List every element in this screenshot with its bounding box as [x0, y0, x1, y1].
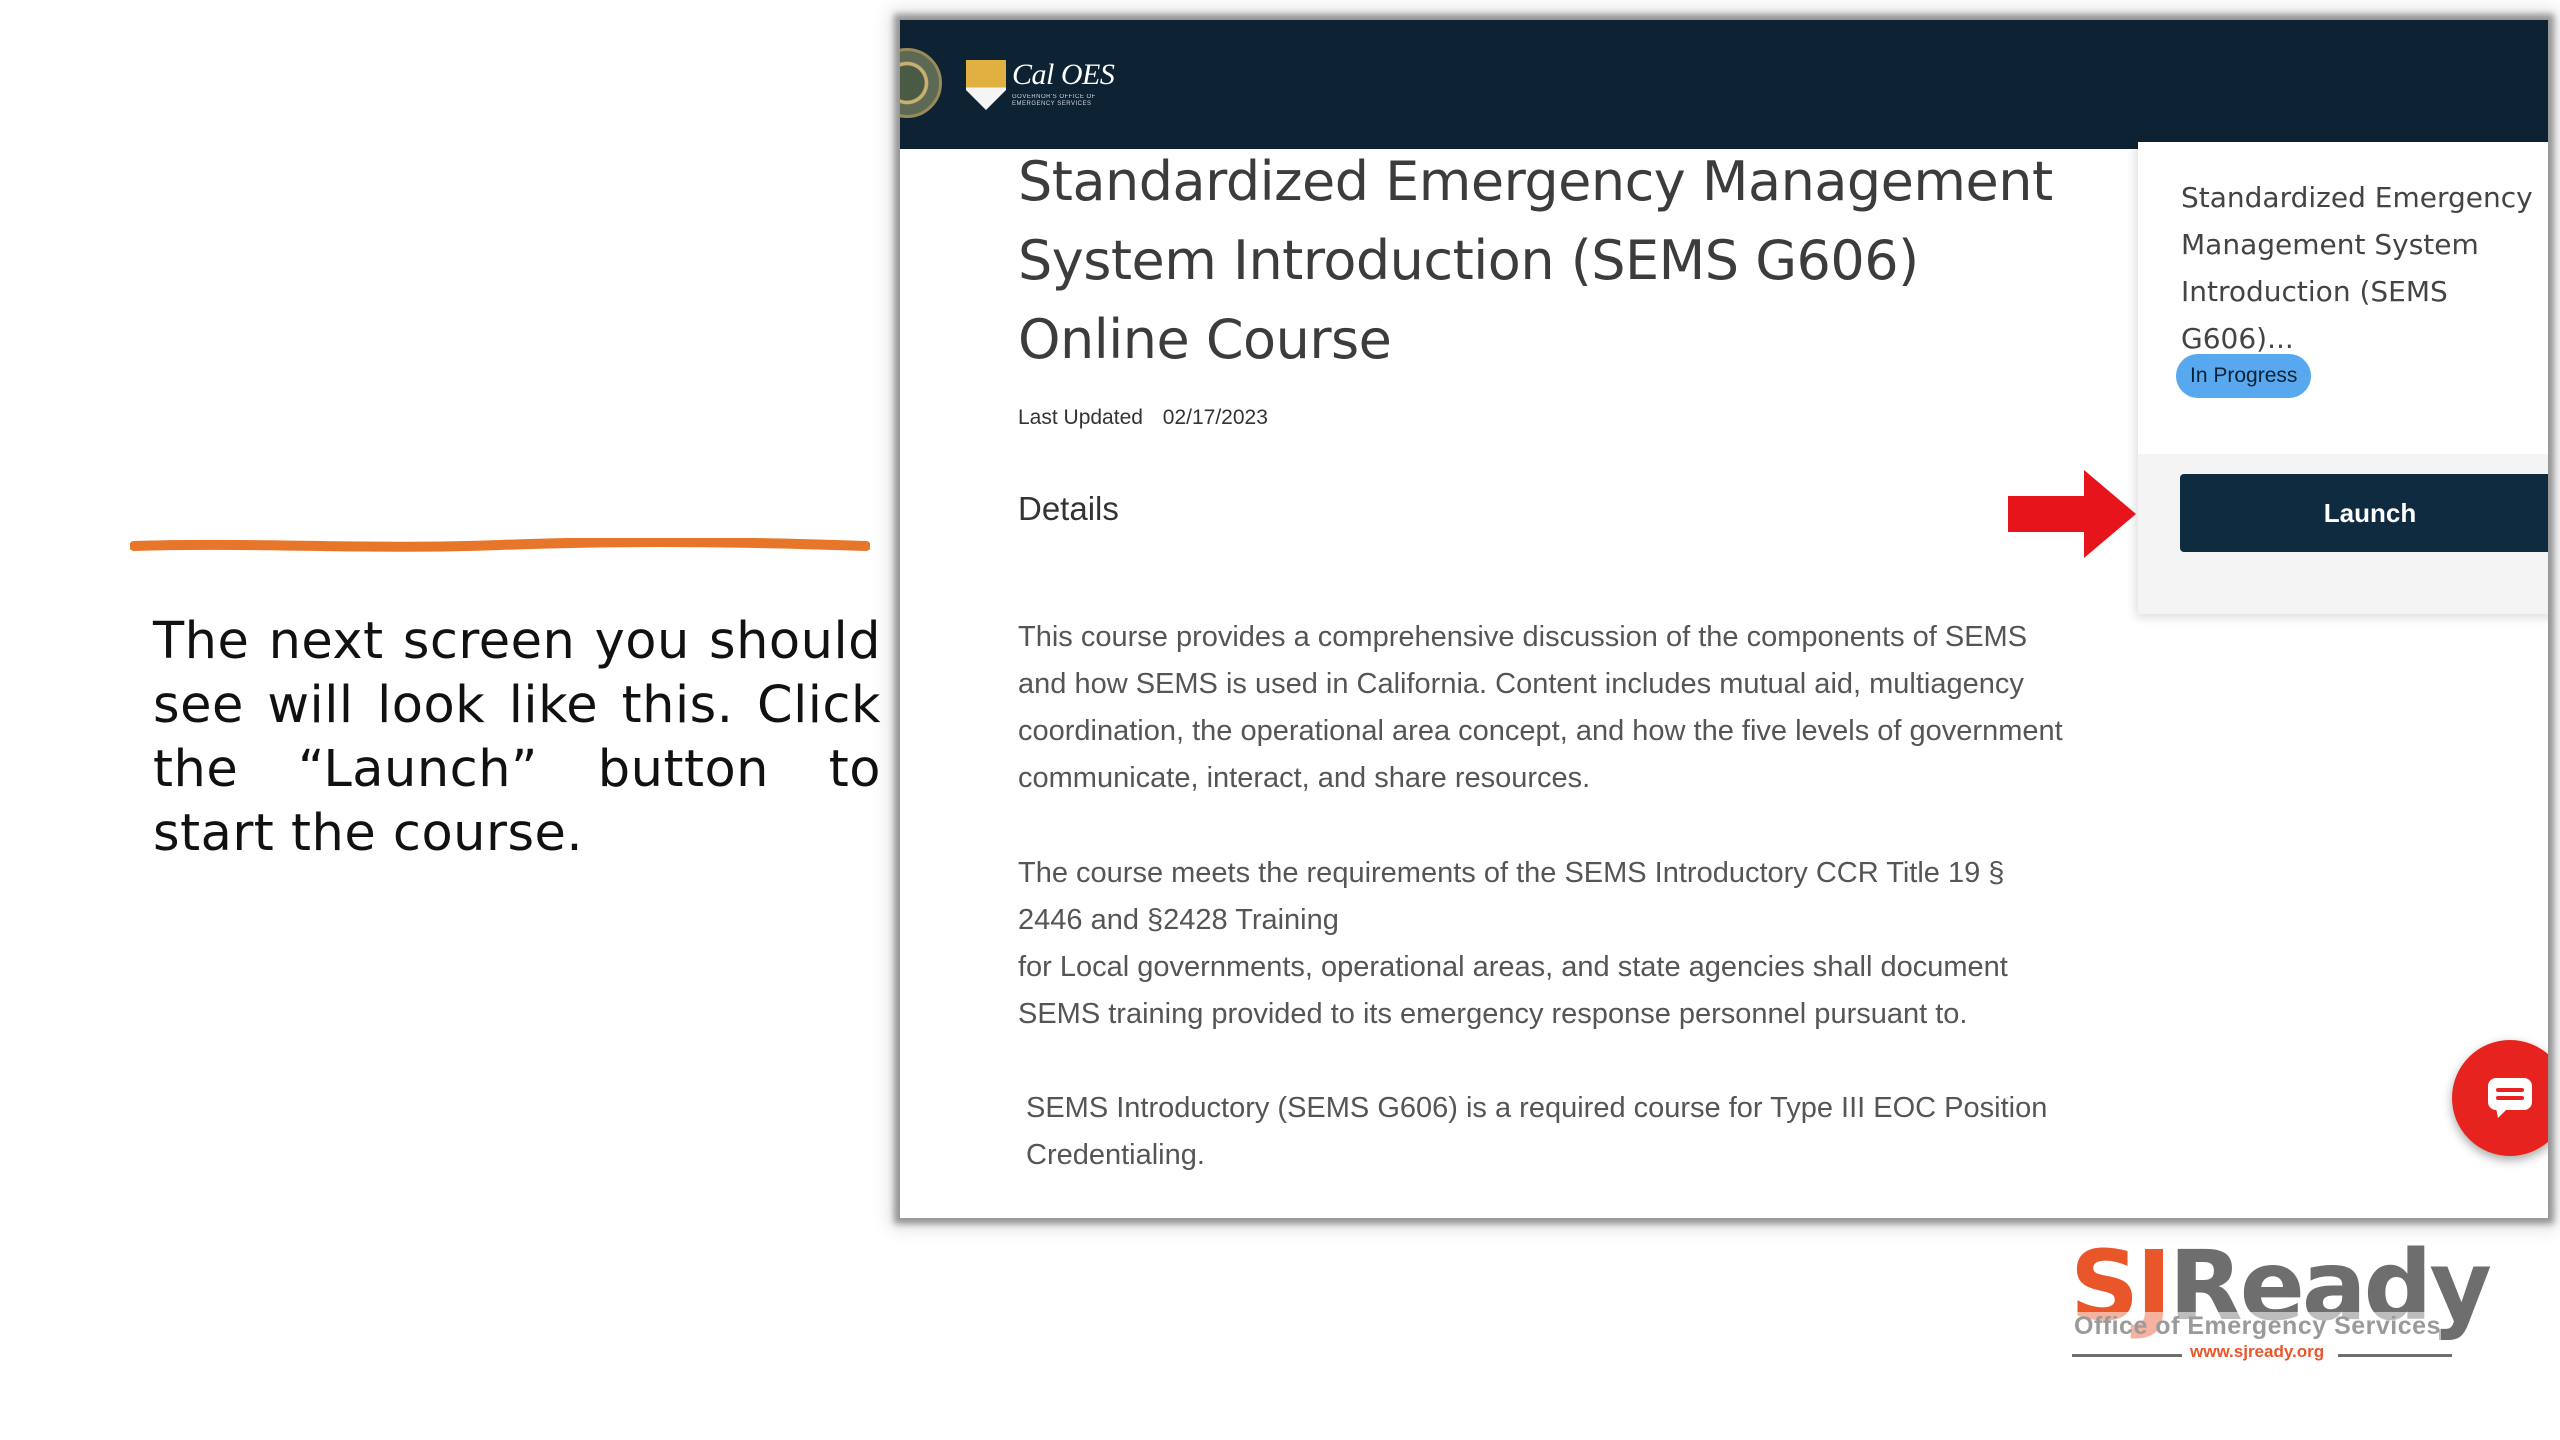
launch-button[interactable]: Launch: [2180, 474, 2548, 552]
slide-instruction-text: The next screen you should see will look…: [153, 612, 881, 863]
course-page-screenshot: Cal OES GOVERNOR'S OFFICE OF EMERGENCY S…: [900, 20, 2548, 1218]
course-requirements-paragraph: The course meets the requirements of the…: [1018, 850, 2068, 1038]
status-badge: In Progress: [2176, 354, 2312, 398]
logo-rule-right: [2338, 1354, 2452, 1357]
state-seal-icon: [900, 48, 942, 118]
brand-name[interactable]: Cal OES: [1012, 58, 1115, 92]
sidebar-course-title: Standardized Emergency Management System…: [2181, 181, 2533, 355]
orange-divider-line: [130, 538, 870, 552]
red-arrow-icon: [2008, 470, 2136, 558]
details-heading: Details: [1018, 490, 1119, 527]
last-updated: Last Updated 02/17/2023: [1018, 406, 1268, 430]
logo-rule-left: [2072, 1354, 2182, 1357]
last-updated-value: 02/17/2023: [1162, 406, 1268, 429]
chat-icon: [2488, 1078, 2532, 1118]
requirements-line-2: for Local governments, operational areas…: [1018, 951, 2008, 1030]
course-title: Standardized Emergency Management System…: [1018, 150, 2053, 371]
last-updated-label: Last Updated: [1018, 406, 1143, 429]
logo-url: www.sjready.org: [2190, 1342, 2325, 1361]
cal-oes-shield-icon: [966, 60, 1006, 110]
chat-button[interactable]: [2452, 1040, 2548, 1156]
sjready-logo: SJReady Office of Emergency Services www…: [2070, 1236, 2492, 1370]
site-header: Cal OES GOVERNOR'S OFFICE OF EMERGENCY S…: [900, 20, 2548, 149]
brand-subtitle: GOVERNOR'S OFFICE OF EMERGENCY SERVICES: [1012, 94, 1096, 107]
logo-subtitle: Office of Emergency Services: [2074, 1312, 2441, 1341]
course-description-paragraph: This course provides a comprehensive dis…: [1018, 621, 2063, 794]
course-credentialing-paragraph: SEMS Introductory (SEMS G606) is a requi…: [1026, 1092, 2048, 1171]
requirements-line-1: The course meets the requirements of the…: [1018, 857, 2005, 936]
